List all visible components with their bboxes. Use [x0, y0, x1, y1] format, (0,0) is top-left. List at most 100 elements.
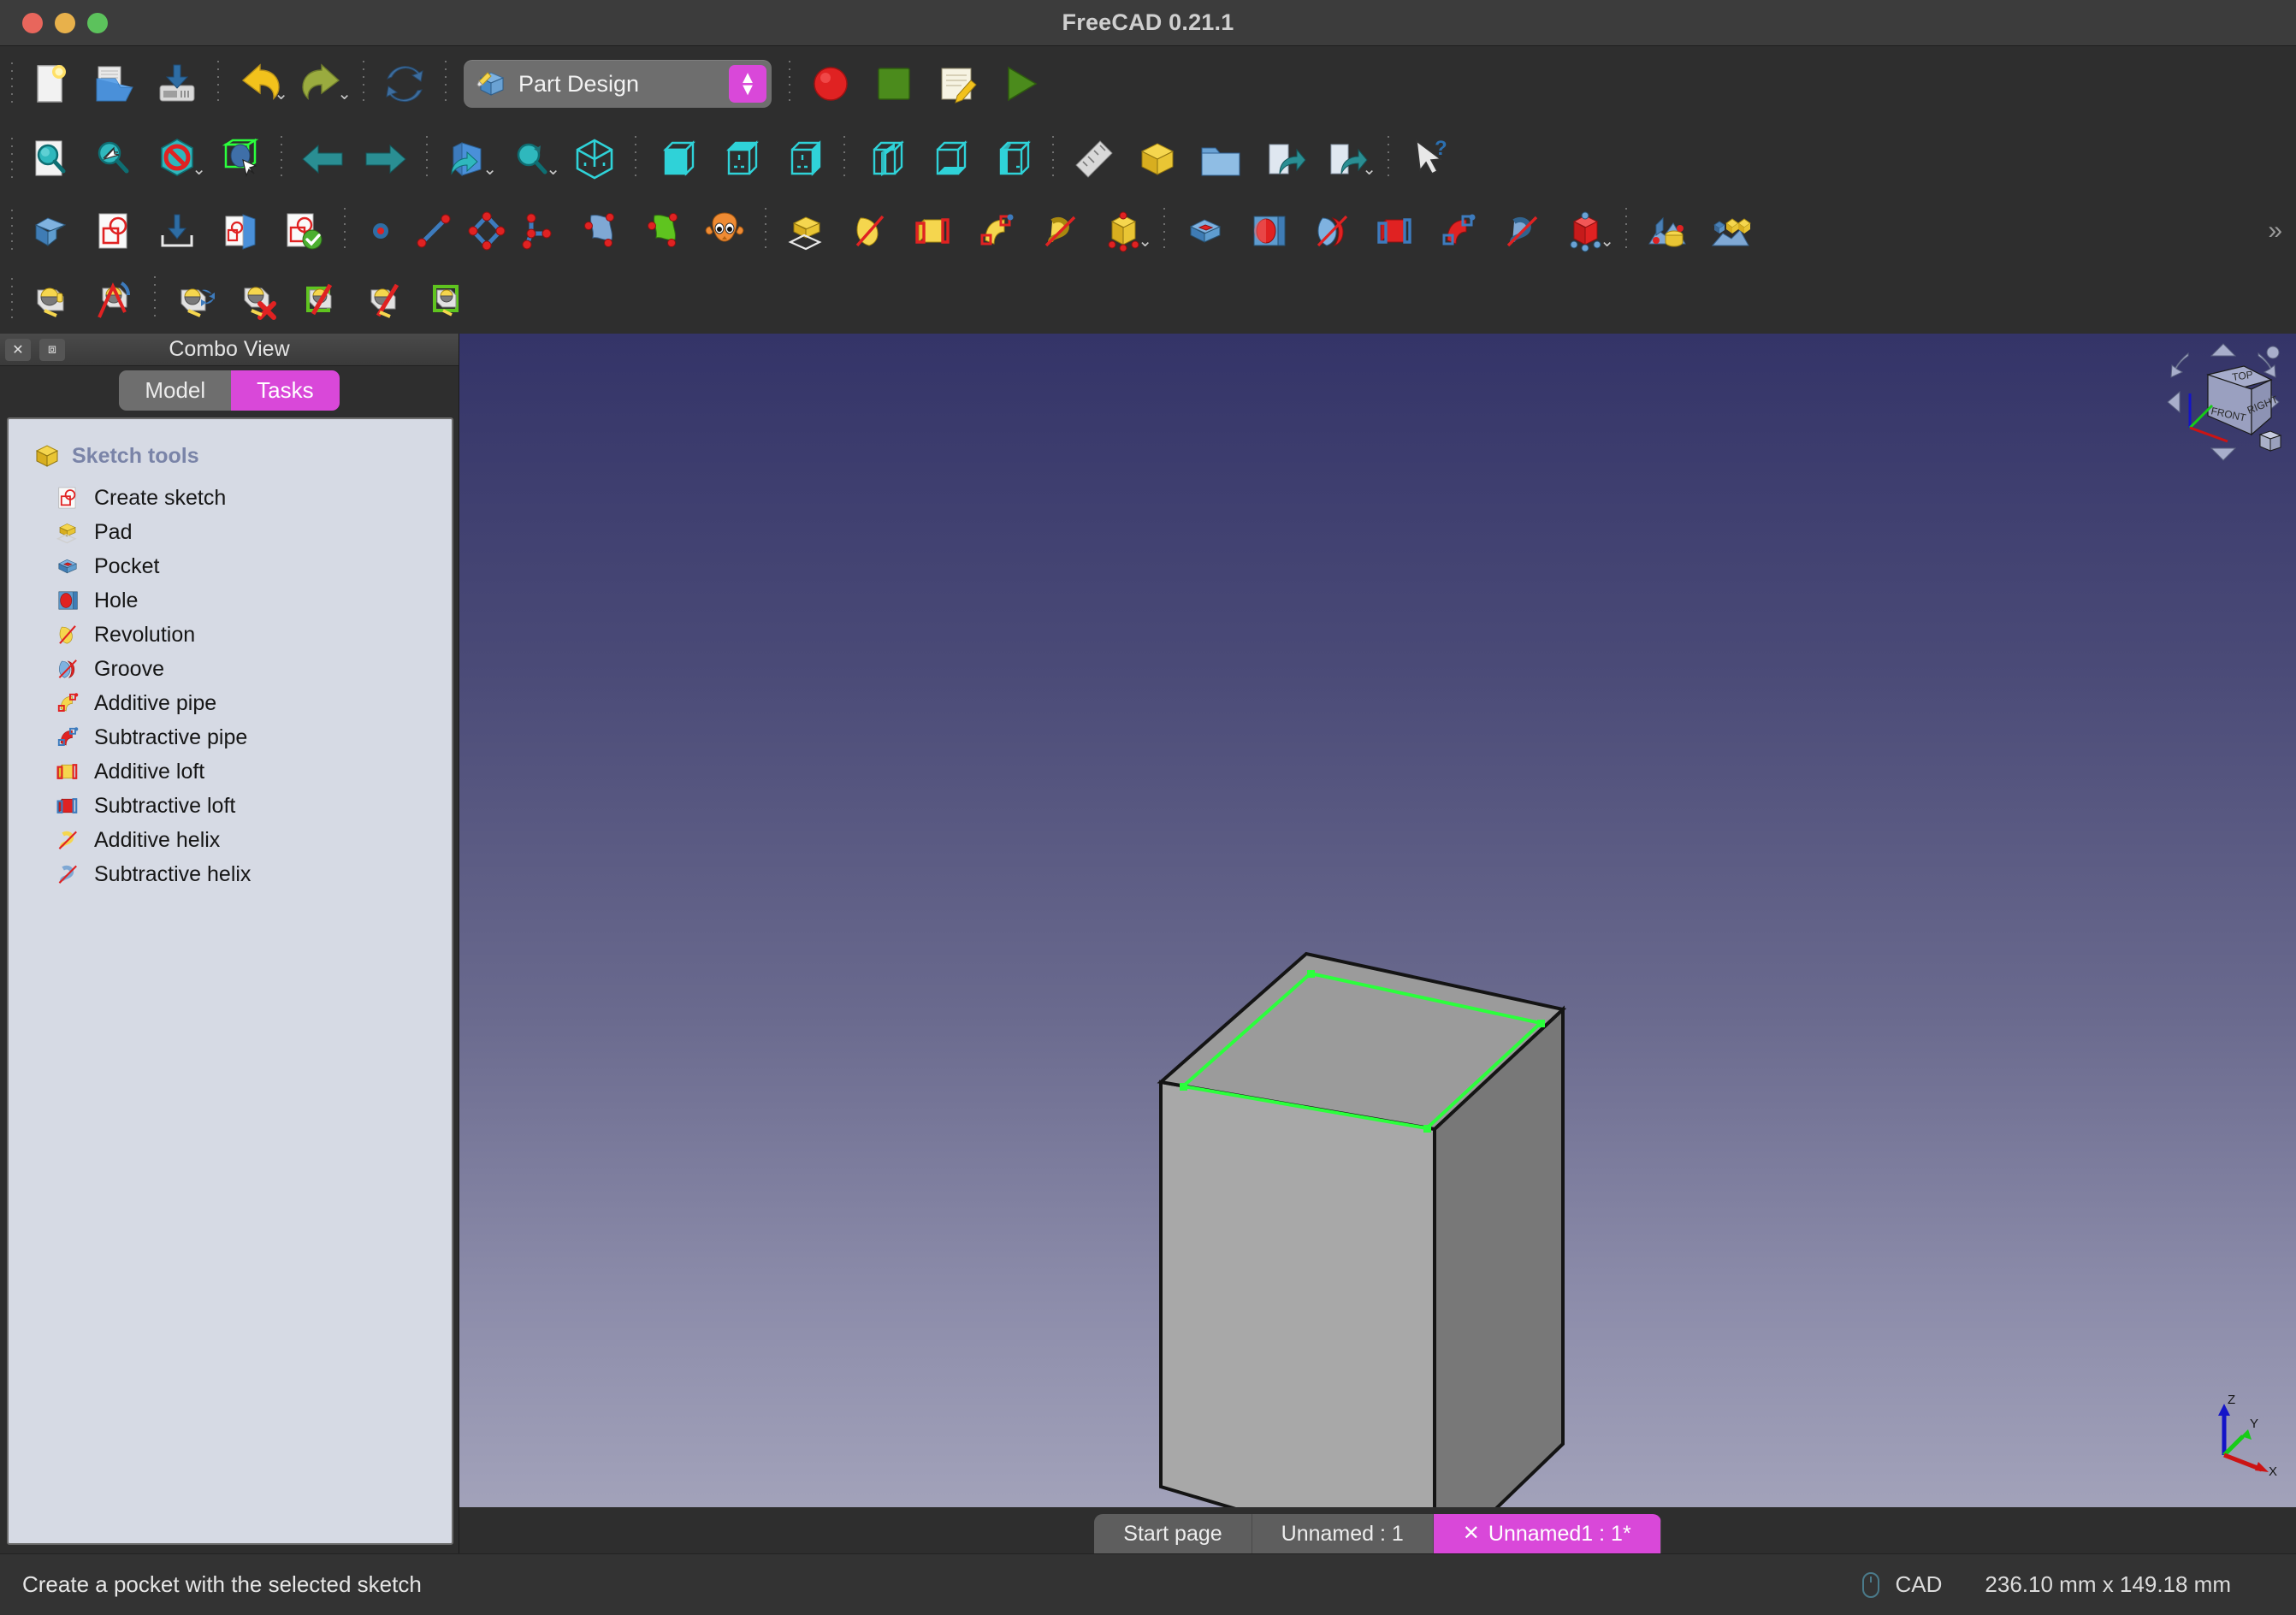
create-arc-button[interactable] [513, 200, 566, 262]
macro-edit-button[interactable] [926, 53, 989, 115]
revolution-button[interactable] [838, 200, 902, 262]
toolbar-grip[interactable] [5, 133, 19, 186]
view-rear-button[interactable] [854, 128, 917, 190]
nav-forward-button[interactable] [354, 128, 417, 190]
redo-dropdown-caret[interactable]: ⌄ [337, 86, 352, 103]
measure-angle-button[interactable] [82, 269, 145, 330]
refresh-button[interactable] [373, 53, 436, 115]
document-tab-unnamed1[interactable]: ✕ Unnamed1 : 1* [1433, 1514, 1661, 1553]
undo-button[interactable]: ⌄ [228, 53, 291, 115]
nav-back-button[interactable] [291, 128, 354, 190]
toolbar-overflow-button[interactable]: » [2268, 216, 2291, 246]
undo-dropdown-caret[interactable]: ⌄ [274, 86, 288, 103]
pocket-button[interactable] [1174, 200, 1237, 262]
macro-record-button[interactable] [799, 53, 862, 115]
tab-tasks[interactable]: Tasks [231, 370, 340, 411]
additive-loft-button[interactable] [902, 200, 965, 262]
sync-view-button[interactable]: ⌄ [436, 128, 500, 190]
fit-selection-button[interactable] [82, 128, 145, 190]
additive-primitive-caret[interactable]: ⌄ [1138, 233, 1152, 250]
redo-button[interactable]: ⌄ [291, 53, 354, 115]
view-top-button[interactable] [708, 128, 772, 190]
box-selection-button[interactable] [209, 128, 272, 190]
toolbar-grip[interactable] [5, 57, 19, 110]
hole-button[interactable] [1237, 200, 1300, 262]
macro-stop-button[interactable] [862, 53, 926, 115]
save-document-button[interactable] [145, 53, 209, 115]
subtractive-pipe-button[interactable] [1427, 200, 1490, 262]
create-body-button[interactable] [19, 200, 82, 262]
subtractive-primitive-button[interactable]: ⌄ [1553, 200, 1617, 262]
view-right-button[interactable] [772, 128, 835, 190]
view-bottom-button[interactable] [917, 128, 980, 190]
measure-clear-button[interactable] [228, 269, 291, 330]
task-item-additive-pipe[interactable]: Additive pipe [9, 686, 452, 720]
sketch-tools-group-header[interactable]: Sketch tools [9, 438, 452, 481]
create-group-button[interactable] [1189, 128, 1252, 190]
navigation-style-indicator[interactable]: CAD [1861, 1571, 1942, 1599]
link-actions-button[interactable]: ⌄ [1316, 128, 1379, 190]
toolbar-grip[interactable] [5, 273, 19, 326]
boolean-button[interactable] [1636, 200, 1699, 262]
subtractive-primitive-caret[interactable]: ⌄ [1600, 233, 1614, 250]
task-item-revolution[interactable]: Revolution [9, 618, 452, 652]
link-object-button[interactable] [1252, 128, 1316, 190]
box-solid[interactable] [459, 334, 2296, 1507]
task-item-subtractive-helix[interactable]: Subtractive helix [9, 857, 452, 891]
3d-viewport[interactable]: TOP FRONT RIGHT Z Y X [459, 334, 2296, 1507]
create-line-button[interactable] [407, 200, 460, 262]
create-polyline-button[interactable] [460, 200, 513, 262]
measure-button[interactable] [1062, 128, 1126, 190]
measure-toggle-delta-button[interactable] [417, 269, 481, 330]
measure-toggle-all-button[interactable] [291, 269, 354, 330]
pad-button[interactable] [775, 200, 838, 262]
task-item-subtractive-pipe[interactable]: Subtractive pipe [9, 720, 452, 754]
attach-sketch-button[interactable] [145, 200, 209, 262]
navigation-cube[interactable]: TOP FRONT RIGHT [2159, 334, 2287, 470]
pattern-button[interactable] [1699, 200, 1762, 262]
whats-this-button[interactable]: ? [1398, 128, 1461, 190]
macro-execute-button[interactable] [989, 53, 1052, 115]
workbench-stepper[interactable]: ▲ ▼ [729, 65, 766, 103]
close-icon[interactable]: ✕ [1463, 1523, 1480, 1544]
task-item-subtractive-loft[interactable]: Subtractive loft [9, 789, 452, 823]
subtractive-helix-button[interactable] [1490, 200, 1553, 262]
view-front-button[interactable] [645, 128, 708, 190]
new-document-button[interactable] [19, 53, 82, 115]
zoom-select-caret[interactable]: ⌄ [546, 161, 560, 178]
draw-style-button[interactable]: ⌄ [145, 128, 209, 190]
tab-model[interactable]: Model [119, 370, 232, 411]
task-item-additive-loft[interactable]: Additive loft [9, 754, 452, 789]
additive-primitive-button[interactable]: ⌄ [1092, 200, 1155, 262]
validate-sketch-button[interactable] [272, 200, 335, 262]
zoom-select-button[interactable]: ⌄ [500, 128, 563, 190]
shapebinder-button[interactable] [566, 200, 630, 262]
link-actions-caret[interactable]: ⌄ [1362, 161, 1376, 178]
document-tab-start-page[interactable]: Start page [1094, 1514, 1252, 1553]
create-point-button[interactable] [354, 200, 407, 262]
map-sketch-button[interactable] [209, 200, 272, 262]
measure-distance-button[interactable] [19, 269, 82, 330]
task-item-create-sketch[interactable]: Create sketch [9, 481, 452, 515]
fit-all-button[interactable] [19, 128, 82, 190]
toolbar-grip[interactable] [5, 204, 19, 257]
view-left-button[interactable] [980, 128, 1044, 190]
workbench-selector[interactable]: Part Design ▲ ▼ [464, 60, 772, 108]
subshapebinder-button[interactable] [630, 200, 693, 262]
subtractive-loft-button[interactable] [1364, 200, 1427, 262]
task-item-pocket[interactable]: Pocket [9, 549, 452, 583]
measure-refresh-button[interactable] [164, 269, 228, 330]
task-item-additive-helix[interactable]: Additive helix [9, 823, 452, 857]
measure-toggle-3d-button[interactable] [354, 269, 417, 330]
task-item-pad[interactable]: Pad [9, 515, 452, 549]
groove-button[interactable] [1300, 200, 1364, 262]
create-sketch-button[interactable] [82, 200, 145, 262]
task-item-groove[interactable]: Groove [9, 652, 452, 686]
create-part-button[interactable] [1126, 128, 1189, 190]
additive-pipe-button[interactable] [965, 200, 1028, 262]
task-item-hole[interactable]: Hole [9, 583, 452, 618]
sync-view-caret[interactable]: ⌄ [482, 161, 497, 178]
additive-helix-button[interactable] [1028, 200, 1092, 262]
open-document-button[interactable] [82, 53, 145, 115]
view-axonometric-button[interactable] [563, 128, 626, 190]
